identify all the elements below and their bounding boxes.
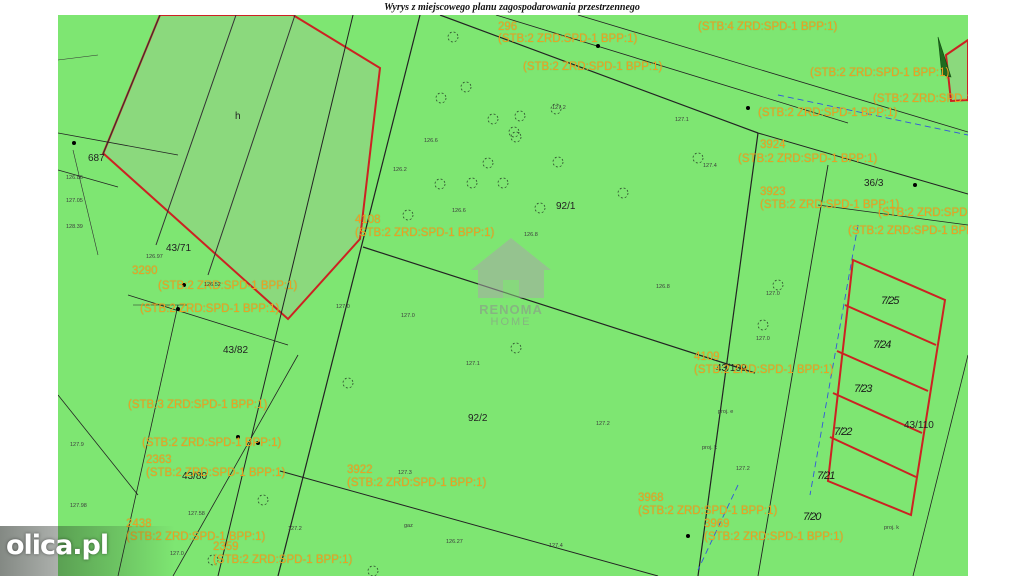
annotation-3924-number: 3924 xyxy=(760,139,786,151)
annotation-top-right-code: (STB:4 ZRD:SPD-1 BPP:1) xyxy=(698,21,838,33)
annotation-2393-code: (STB:2 ZRD:SPD-1 BPP:1) xyxy=(142,437,282,449)
plot-label: 7/22 xyxy=(834,426,852,438)
elevation-label: 127.58 xyxy=(188,511,205,517)
elevation-label: 126.86 xyxy=(66,175,83,181)
annotation-4108-number: 4108 xyxy=(355,214,381,226)
annotation-3923-number: 3923 xyxy=(760,186,786,198)
plot-label: 7/25 xyxy=(881,295,899,307)
elevation-label: 127.98 xyxy=(70,503,87,509)
annotation-296-code: (STB:2 ZRD:SPD-1 BPP:1) xyxy=(498,33,638,45)
elevation-label: 127.4 xyxy=(703,163,717,169)
annotation-right4-code: (STB:2 ZRD:SPD-1 BPP:1) xyxy=(878,207,968,219)
elevation-label: 126.6 xyxy=(424,138,438,144)
parcel-label-36-3: 36/3 xyxy=(864,178,884,189)
annotation-3925-code: (STB:2 ZRD:SPD-1 BPP:1) xyxy=(848,225,968,237)
plot-label: 7/21 xyxy=(817,470,835,482)
annotation-3969-code: (STB:2 ZRD:SPD-1 BPP:1) xyxy=(704,531,844,543)
annotation-4109-code: (STB:2 ZRD:SPD-1 BPP:1) xyxy=(694,364,834,376)
house-logo-icon xyxy=(471,238,551,298)
elevation-label: 127.2 xyxy=(736,466,750,472)
annotation-2363-number: 2363 xyxy=(146,454,172,466)
annotation-296-number: 296 xyxy=(498,21,518,33)
annotation-right1-code: (STB:2 ZRD:SPD-1 BPP:1) xyxy=(810,67,950,79)
elevation-label: 128.39 xyxy=(66,224,83,230)
parcel-label-43-82: 43/82 xyxy=(223,345,249,356)
parcel-label-h: h xyxy=(235,111,241,122)
annotation-4109-number: 4109 xyxy=(694,351,720,363)
plot-label: 7/23 xyxy=(854,383,872,395)
annotation-3922-code: (STB:2 ZRD:SPD-1 BPP:1) xyxy=(347,477,487,489)
elevation-label: 127.1 xyxy=(675,117,689,123)
elevation-label: 127.2 xyxy=(596,421,610,427)
annotation-2359-code: (STB:2 ZRD:SPD-1 BPP:1) xyxy=(213,554,353,566)
elevation-label: 127.0 xyxy=(401,313,415,319)
parcel-label-687: 687 xyxy=(88,153,105,164)
annotation-3290b-code: (STB:2 ZRD:SPD-1 BPP:1) xyxy=(140,303,280,315)
annotation-top-code: (STB:2 ZRD:SPD-1 BPP:1) xyxy=(523,61,663,73)
annotation-2490-code: (STB:3 ZRD:SPD-1 BPP:1) xyxy=(128,399,268,411)
renoma-home-watermark: RENOMA HOME xyxy=(456,236,566,336)
plot-label: 7/24 xyxy=(873,339,891,351)
parcel-label-92-2: 92/2 xyxy=(468,413,488,424)
elevation-label: 127.1 xyxy=(466,361,480,367)
annotation-3290-code: (STB:2 ZRD:SPD-1 BPP:1) xyxy=(158,280,298,292)
plot-label: 7/20 xyxy=(803,511,821,523)
elevation-label: 126.2 xyxy=(393,167,407,173)
annotation-2359-number: 2359 xyxy=(213,541,239,553)
survey-label: proj. k xyxy=(702,445,717,451)
elevation-label: 127.3 xyxy=(398,470,412,476)
elevation-label: 127.4 xyxy=(549,543,563,549)
source-watermark: olica.pl xyxy=(6,530,109,561)
parcel-label-43-110: 43/110 xyxy=(904,420,934,431)
annotation-right3-code: (STB:2 ZRD:SPD-1 BPP:1) xyxy=(758,107,898,119)
parcel-label-92-1: 92/1 xyxy=(556,201,576,212)
map-title: Wyrys z miejscowego planu zagospodarowan… xyxy=(384,2,640,13)
elevation-label: 127.2 xyxy=(552,105,566,111)
annotation-3922-number: 3922 xyxy=(347,464,373,476)
parcel-label-43-71: 43/71 xyxy=(166,243,192,254)
elevation-label: 127.0 xyxy=(766,291,780,297)
elevation-label: 126.6 xyxy=(452,208,466,214)
annotation-3969-number: 3969 xyxy=(704,518,730,530)
survey-label: proj. k xyxy=(884,525,899,531)
annotation-3924-code: (STB:2 ZRD:SPD-1 BPP:1) xyxy=(738,153,878,165)
elevation-label: 126.52 xyxy=(204,282,221,288)
elevation-label: 126.27 xyxy=(446,539,463,545)
elevation-label: 127.05 xyxy=(66,198,83,204)
elevation-label: 127.0 xyxy=(756,336,770,342)
annotation-right2-code: (STB:2 ZRD:SPD-1 BPP:1) xyxy=(873,93,968,105)
watermark-line2: HOME xyxy=(490,316,532,328)
annotation-3290-number: 3290 xyxy=(132,265,158,277)
elevation-label: 127.2 xyxy=(288,526,302,532)
annotation-2363-code: (STB:2 ZRD:SPD-1 BPP:1) xyxy=(146,467,286,479)
elevation-label: 126.97 xyxy=(146,254,163,260)
watermark-line1: RENOMA xyxy=(479,302,543,317)
survey-label: gaz xyxy=(404,523,413,529)
annotation-3968-code: (STB:2 ZRD:SPD-1 BPP:1) xyxy=(638,505,778,517)
annotation-3968-number: 3968 xyxy=(638,492,664,504)
elevation-label: 126.8 xyxy=(656,284,670,290)
elevation-label: 127.9 xyxy=(70,442,84,448)
survey-label: proj. e xyxy=(718,409,734,415)
elevation-label: 127.0 xyxy=(336,304,350,310)
